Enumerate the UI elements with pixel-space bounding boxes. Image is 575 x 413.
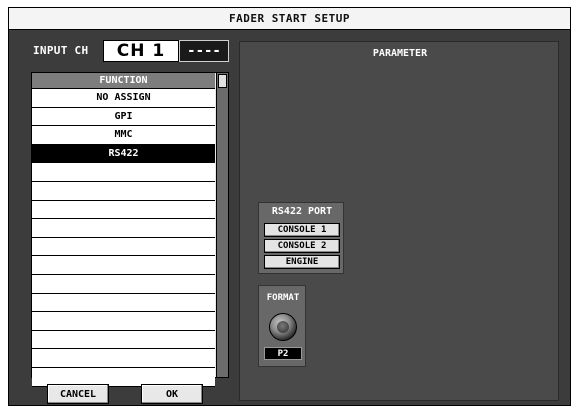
function-item-mmc[interactable]: MMC <box>32 126 215 145</box>
channel-selector[interactable]: CH 1 <box>103 40 179 62</box>
function-item-empty[interactable] <box>32 256 215 275</box>
function-list-scrollbar[interactable] <box>216 73 228 377</box>
scrollbar-thumb[interactable] <box>218 74 227 88</box>
function-item-empty[interactable] <box>32 163 215 182</box>
function-item-empty[interactable] <box>32 293 215 313</box>
format-title: FORMAT <box>266 293 300 303</box>
fader-start-setup-window: FADER START SETUP INPUT CH CH 1 ---- FUN… <box>8 7 571 406</box>
rs422-port-group: RS422 PORT CONSOLE 1 CONSOLE 2 ENGINE <box>258 202 344 274</box>
format-value-display: P2 <box>264 347 302 360</box>
function-item-empty[interactable] <box>32 330 215 350</box>
rs422-port-title: RS422 PORT <box>271 206 333 217</box>
channel-name-display: ---- <box>179 40 229 62</box>
ok-button[interactable]: OK <box>141 384 203 404</box>
parameter-panel: PARAMETER RS422 PORT CONSOLE 1 CONSOLE 2… <box>239 41 559 401</box>
input-ch-label: INPUT CH <box>33 44 89 57</box>
console-1-button[interactable]: CONSOLE 1 <box>264 223 340 237</box>
function-item-gpi[interactable]: GPI <box>32 107 215 127</box>
function-item-no-assign[interactable]: NO ASSIGN <box>32 89 215 108</box>
function-item-empty[interactable] <box>32 274 215 294</box>
function-item-empty[interactable] <box>32 237 215 257</box>
function-item-empty[interactable] <box>32 181 215 201</box>
function-item-rs422[interactable]: RS422 <box>32 144 215 164</box>
cancel-button[interactable]: CANCEL <box>47 384 109 404</box>
format-group: FORMAT P2 <box>258 285 306 367</box>
function-list-panel: FUNCTION NO ASSIGN GPI MMC RS422 <box>31 72 229 387</box>
function-list-header: FUNCTION <box>32 73 215 89</box>
rotary-knob-icon[interactable] <box>269 313 297 341</box>
parameter-title: PARAMETER <box>372 48 428 59</box>
engine-button[interactable]: ENGINE <box>264 255 340 269</box>
console-2-button[interactable]: CONSOLE 2 <box>264 239 340 253</box>
knob-center <box>277 321 289 333</box>
window-title: FADER START SETUP <box>9 8 570 30</box>
function-item-empty[interactable] <box>32 200 215 220</box>
function-list: NO ASSIGN GPI MMC RS422 <box>32 89 215 387</box>
function-item-empty[interactable] <box>32 349 215 368</box>
function-item-empty[interactable] <box>32 312 215 331</box>
function-item-empty[interactable] <box>32 219 215 238</box>
